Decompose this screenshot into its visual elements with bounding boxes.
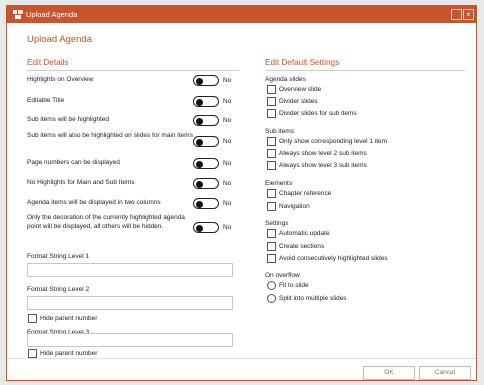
row-label-page-numbers: Page numbers can be displayed [27,159,120,166]
toggle-state-text: No [223,180,232,187]
agenda-slides-group-title: Agenda slides [265,76,306,83]
title-bar: Upload Agenda × [7,6,476,23]
only-level1-label: Only show corresponding level 1 item [279,138,388,145]
sub-items-group-title: Sub items [265,128,294,135]
hide-parent-level2-label: Hide parent number [40,315,98,322]
dialog-heading: Upload Agenda [27,34,92,45]
toggle-highlights-overview[interactable] [193,75,219,86]
always-level3-checkbox[interactable] [267,161,276,170]
maximize-button[interactable] [451,9,462,20]
toggle-no-highlights[interactable] [193,178,219,189]
section-divider [265,70,465,71]
elements-group-title: Elements [265,180,293,187]
overview-slide-label: Overview slide [279,86,322,93]
chapter-reference-label: Chapter reference [279,190,332,197]
fit-to-slide-radio[interactable] [267,281,276,290]
create-sections-label: Create sections [279,243,325,250]
overview-slide-checkbox[interactable] [267,85,276,94]
format-level2-input[interactable] [27,296,233,310]
avoid-consecutive-checkbox[interactable] [267,254,276,263]
toggle-page-numbers[interactable] [193,158,219,169]
automatic-update-label: Automatic update [279,230,330,237]
app-icon [13,10,23,19]
row-label-decoration-only: Only the decoration of the currently hig… [27,214,185,230]
format-level1-label: Format String Level 1 [27,253,90,260]
row-label-highlights-overview: Highlights on Overview [27,76,94,83]
toggle-decoration-only[interactable] [193,222,219,233]
overflow-group-title: On overflow [265,272,300,279]
hide-parent-level3-checkbox[interactable] [28,349,37,358]
toggle-state-text: No [223,200,232,207]
toggle-state-text: No [223,98,232,105]
divider-sub-items-label: Divider slides for sub items [279,110,357,117]
row-label-sub-highlighted: Sub items will be highlighted [27,116,110,123]
divider-sub-items-checkbox[interactable] [267,109,276,118]
toggle-sub-highlighted-main[interactable] [193,136,219,147]
hide-parent-level2-checkbox[interactable] [28,314,37,323]
split-slides-radio[interactable] [267,294,276,303]
cancel-button[interactable]: Cancel [419,366,471,380]
always-level2-label: Always show level 2 sub items [279,150,367,157]
row-label-editable-title: Editable Title [27,97,65,104]
divider-slides-label: Divider slides [279,98,318,105]
split-slides-label: Split into multiple slides [279,295,347,302]
fit-to-slide-label: Fit to slide [279,282,309,289]
navigation-checkbox[interactable] [267,202,276,211]
navigation-label: Navigation [279,203,310,210]
close-icon: × [466,10,471,19]
toggle-editable-title[interactable] [193,96,219,107]
settings-group-title: Settings [265,220,289,227]
format-level1-input[interactable] [27,263,233,277]
toggle-state-text: No [223,77,232,84]
chapter-reference-checkbox[interactable] [267,189,276,198]
edit-defaults-title: Edit Default Settings [265,58,340,67]
toggle-two-columns[interactable] [193,198,219,209]
divider-slides-checkbox[interactable] [267,97,276,106]
avoid-consecutive-label: Avoid consecutively highlighted slides [279,255,388,262]
footer-divider [7,358,476,359]
toggle-sub-highlighted[interactable] [193,115,219,126]
ok-button[interactable]: OK [363,366,415,380]
toggle-state-text: No [223,224,232,231]
row-label-sub-highlighted-main: Sub items will also be highlighted on sl… [27,132,193,139]
toggle-state-text: No [223,117,232,124]
hide-parent-level3-label: Hide parent number [40,350,98,357]
format-level3-input[interactable] [27,333,233,347]
format-level2-label: Format String Level 2 [27,286,90,293]
section-divider [27,70,239,71]
automatic-update-checkbox[interactable] [267,229,276,238]
row-label-two-columns: Agenda items will be displayed in two co… [27,199,161,206]
dialog-window: Upload Agenda × Upload Agenda Edit Detai… [6,5,477,381]
toggle-state-text: No [223,160,232,167]
window-title: Upload Agenda [26,10,78,19]
close-button[interactable]: × [463,9,474,20]
row-label-no-highlights: No Highlights for Main and Sub Items [27,179,135,186]
only-level1-checkbox[interactable] [267,137,276,146]
create-sections-checkbox[interactable] [267,242,276,251]
edit-details-title: Edit Details [27,58,69,67]
toggle-state-text: No [223,138,232,145]
always-level2-checkbox[interactable] [267,149,276,158]
always-level3-label: Always show level 3 sub items [279,162,367,169]
